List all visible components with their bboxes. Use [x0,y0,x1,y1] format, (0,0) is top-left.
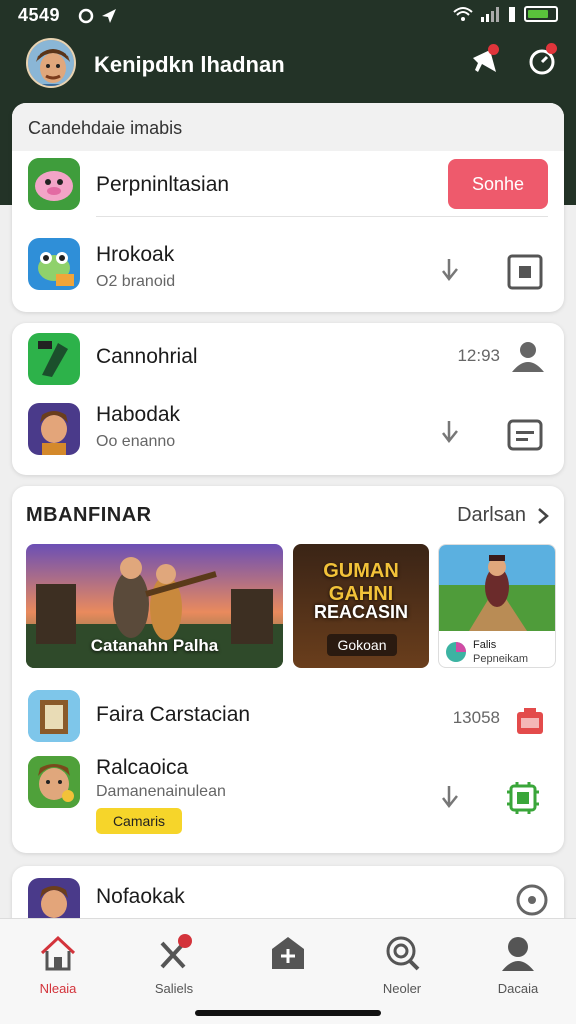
tab-label: Saliels [154,981,194,996]
app-icon [28,403,80,455]
download-icon[interactable] [435,417,471,453]
profile-icon [502,937,534,971]
tab-home[interactable]: Nleaia [8,933,108,996]
divider [96,216,548,217]
item-title: Habodak [96,403,181,426]
tab-medical[interactable] [238,933,338,981]
item-title: Perpninltasian [96,173,230,196]
location-icon [102,9,116,23]
timer-dot [546,43,557,54]
item-subtitle: Oo enanno [96,433,176,450]
status-bar: 4549 [0,0,576,30]
banner[interactable]: Falis Pepneikam [438,544,556,668]
user-name: Kenipdkn lhadnan [94,52,285,77]
item-title: Ralcaoica [96,756,189,779]
banner-title: GUMAN GAHNI [323,560,399,605]
see-all-label: Darlsan [457,504,526,526]
frame-icon [28,690,80,742]
app-icon [28,158,80,210]
pig-icon [28,158,80,210]
chip-icon[interactable] [505,780,541,816]
chevron-right-icon [538,507,549,524]
tools-app-icon [28,333,80,385]
runner-banner-art [439,545,555,631]
list-item[interactable]: Ralcaoica Damanenainulean Camaris [12,748,564,848]
item-title: Cannohrial [96,345,198,368]
status-indicators [453,6,558,22]
item-count: 12:93 [457,346,500,365]
tab-profile[interactable]: Dacaia [468,933,568,996]
download-icon[interactable] [435,255,471,291]
download-icon[interactable] [435,782,471,818]
status-badge: Camaris [96,808,182,834]
banner-label: Catanahn Palha [90,636,219,655]
banner-sub: Pepneikam [473,653,529,665]
bar-icon [509,7,515,22]
tools-icon [160,934,192,969]
featured-card: Candehdaie imabis Perpninltasian Sonhe H… [12,103,564,312]
list-item[interactable]: Hrokoak O2 branoid [12,228,564,302]
list-item[interactable]: Habodak Oo enanno [12,395,564,475]
adventurer-icon [28,756,80,808]
tab-label: Nleaia [39,981,77,996]
tab-label: Dacaia [497,981,539,996]
item-count: 13058 [452,708,500,727]
banner[interactable]: GUMAN GAHNI REACASIN Gokoan [293,544,429,668]
notifications-button[interactable] [470,44,500,76]
section-title: MBANFINAR [26,504,152,526]
frog-icon [28,238,80,290]
chat-icon[interactable] [507,417,543,453]
search-icon [386,936,420,971]
list-item[interactable]: Faira Carstacian 13058 [12,684,564,748]
home-icon [40,935,76,971]
item-title: Nofaokak [96,885,185,908]
item-title: Faira Carstacian [96,703,251,726]
app-icon [28,333,80,385]
hero-icon [28,403,80,455]
card-header: Candehdaie imabis [12,103,564,151]
banner-button[interactable]: Gokoan [327,634,397,656]
banner[interactable]: Catanahn Palha [26,544,283,668]
banner-label: Falis [473,639,497,651]
home-indicator [195,1010,381,1016]
stop-icon[interactable] [507,254,543,290]
app-icon [28,238,80,290]
app-icon [28,690,80,742]
list-item[interactable]: Nofaokak [12,866,564,930]
item-subtitle: O2 branoid [96,273,176,290]
sync-icon [78,8,94,24]
avatar[interactable] [26,38,76,88]
gift-icon[interactable] [515,704,551,740]
recent-card: Cannohrial 12:93 Habodak Oo enanno [12,323,564,475]
wifi-icon [453,7,473,21]
item-subtitle: Damanenainulean [96,783,226,800]
medical-icon [272,937,304,969]
game-logo-icon [446,642,466,662]
tab-tools[interactable]: Saliels [124,933,224,996]
list-item[interactable]: Cannohrial 12:93 [12,323,564,395]
item-title: Hrokoak [96,243,175,266]
person-icon[interactable] [510,338,546,374]
signal-icon [481,7,499,22]
app-icon [28,756,80,808]
notification-dot [488,44,499,55]
see-all-link[interactable]: Darlsan [457,504,550,527]
list-item[interactable]: Perpninltasian Sonhe [12,151,564,215]
action-button[interactable]: Sonhe [448,159,548,209]
battery-icon [524,6,558,22]
status-time: 4549 [18,5,61,25]
tab-search[interactable]: Neoler [352,933,452,996]
banner-label: REACASIN [313,602,408,622]
tab-label: Neoler [382,981,422,996]
bottom-tab-bar: Nleaia Saliels Neoler Dacaia [0,918,576,1024]
highlights-card: MBANFINAR Darlsan Catanahn Palha GUMAN G… [12,486,564,853]
record-icon[interactable] [514,882,550,918]
clock-button[interactable] [528,43,558,76]
